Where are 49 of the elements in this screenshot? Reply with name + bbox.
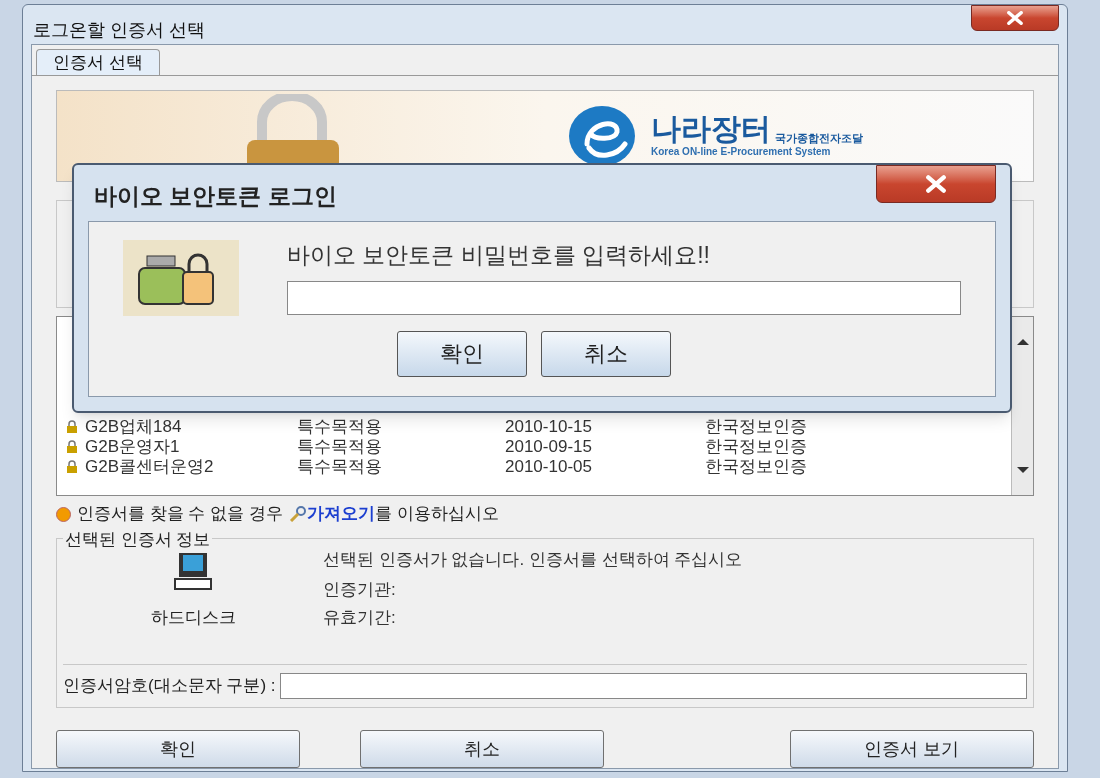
brand-tagline: Korea ON-line E-Procurement System (651, 144, 832, 159)
modal-button[interactable]: 확인 (397, 330, 527, 377)
brand-name: 나라장터 (651, 113, 771, 144)
warning-icon (56, 506, 71, 522)
close-icon (1006, 11, 1024, 25)
magnifier-icon (288, 506, 307, 522)
scrollbar[interactable] (1011, 317, 1033, 495)
certificate-icon (65, 440, 79, 454)
certificate-icon (65, 460, 79, 474)
table-cell-text: G2B콜센터운영2 (85, 456, 215, 479)
table-cell-text: 특수목적용 (297, 416, 383, 439)
window-title: 로그온할 인증서 선택 (33, 19, 205, 42)
validity-label: 유효기간: (323, 607, 397, 629)
info-message: 선택된 인증서가 없습니다. 인증서를 선택하여 주십시오 (323, 549, 744, 571)
scroll-down-icon (1016, 467, 1029, 473)
certificate-row[interactable]: G2B운영자1 특수목적용 2010-09-15 한국정보인증 (65, 437, 1011, 457)
modal-prompt: 바이오 보안토큰 비밀번호를 입력하세요!! (287, 241, 711, 270)
table-cell-text: G2B업체184 (85, 416, 183, 439)
notice-text: 를 이용하십시오 (374, 503, 499, 526)
password-label: 인증서암호(대소문자 구분) : (63, 675, 276, 698)
certificate-row[interactable]: G2B콜센터운영2 특수목적용 2010-10-05 한국정보인증 (65, 457, 1011, 477)
modal-button[interactable]: 취소 (541, 330, 671, 377)
table-cell-text: 2010-10-15 (505, 416, 593, 439)
dialog-button[interactable]: 취소 (360, 730, 604, 768)
dialog-button[interactable]: 확인 (56, 730, 300, 768)
usb-lock-icon (123, 240, 239, 316)
brand-subtitle: 국가종합전자조달 (775, 132, 863, 144)
table-cell-text: 2010-09-15 (505, 436, 593, 459)
close-button[interactable] (971, 5, 1059, 31)
table-cell-text: 특수목적용 (297, 456, 383, 479)
table-cell-text: 한국정보인증 (705, 436, 808, 459)
close-icon (925, 175, 947, 193)
dialog-button[interactable]: 인증서 보기 (790, 730, 1034, 768)
table-cell-text: 한국정보인증 (705, 416, 808, 439)
bio-password-field[interactable] (287, 280, 961, 315)
modal-title: 바이오 보안토큰 로그인 (94, 182, 337, 211)
table-cell-text: 2010-10-05 (505, 456, 593, 479)
issuer-label: 인증기관: (323, 579, 397, 601)
certificate-icon (65, 420, 79, 434)
certificate-row[interactable]: G2B업체184 특수목적용 2010-10-15 한국정보인증 (65, 417, 1011, 437)
drive-label: 하드디스크 (150, 607, 236, 629)
tab[interactable]: 인증서 선택 (36, 49, 160, 75)
password-field[interactable] (279, 673, 1027, 699)
import-link[interactable]: 가져오기 (306, 501, 375, 527)
table-cell-text: 특수목적용 (297, 436, 383, 459)
table-cell-text: 한국정보인증 (705, 456, 808, 479)
close-button[interactable] (876, 165, 996, 203)
table-cell-text: G2B운영자1 (85, 436, 181, 459)
notice-text: 인증서를 찾을 수 없을 경우 (77, 503, 283, 526)
